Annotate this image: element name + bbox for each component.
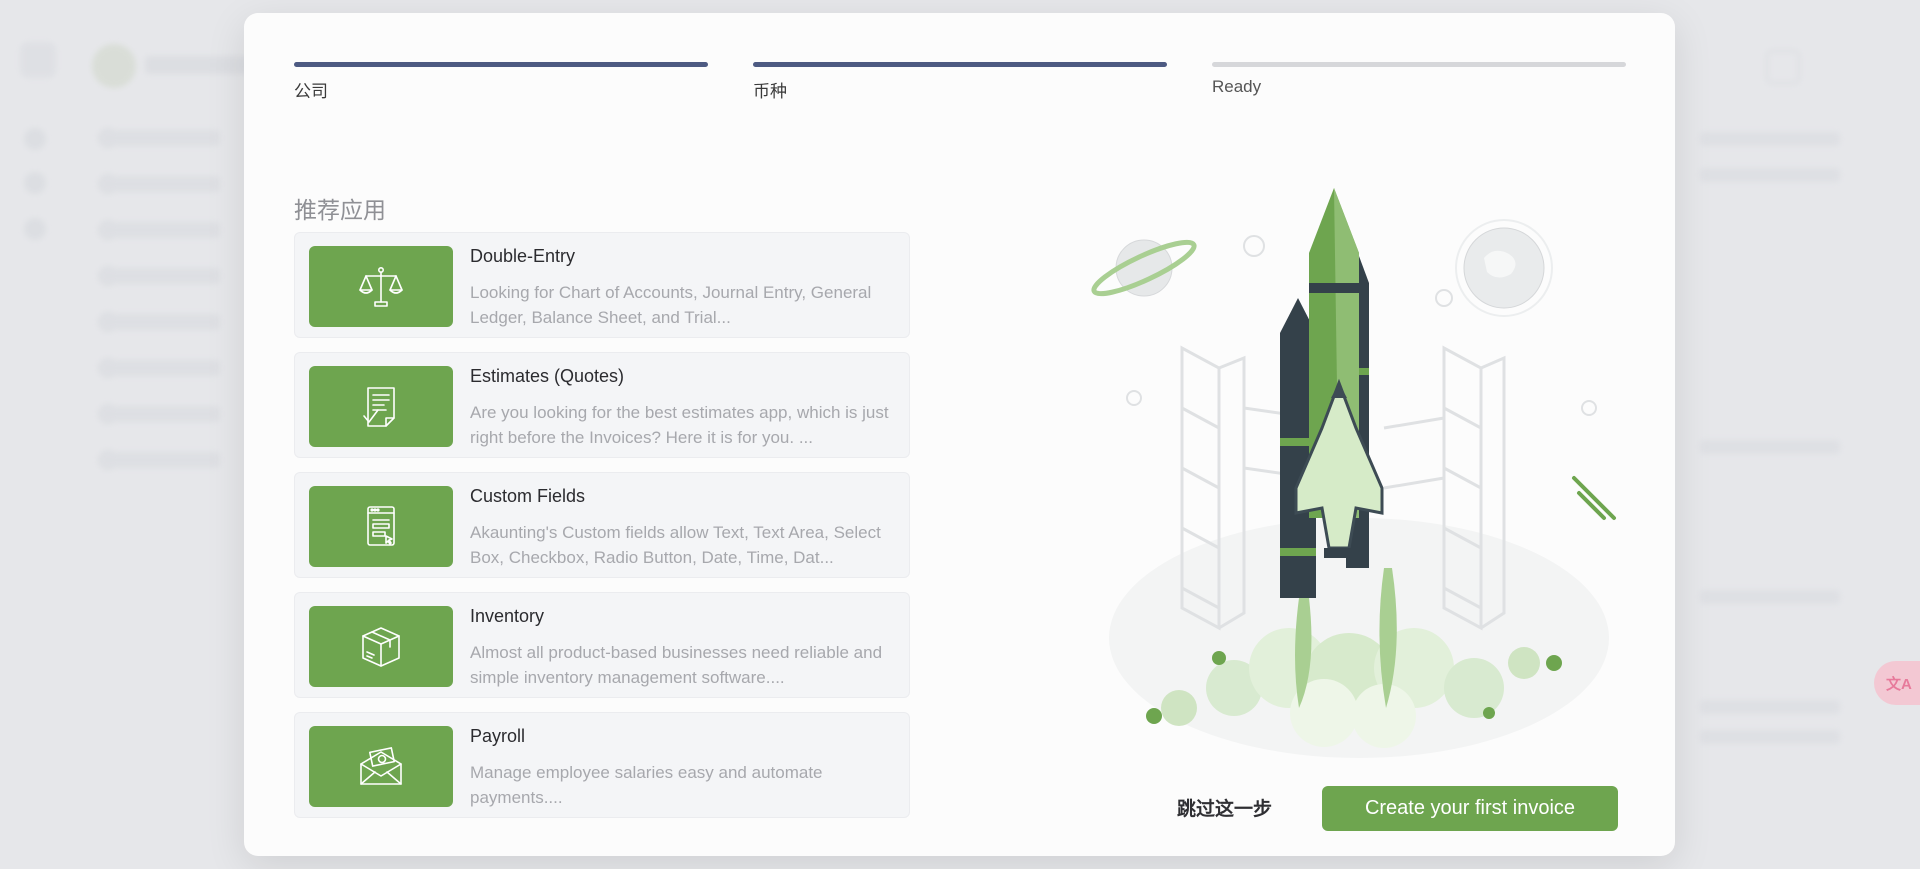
translate-button[interactable]: 文A — [1874, 661, 1920, 705]
checklist-document-icon — [309, 366, 453, 447]
app-card-custom-fields[interactable]: Custom Fields Akaunting's Custom fields … — [294, 472, 910, 578]
background-line — [1700, 700, 1840, 714]
recommended-app-list: Double-Entry Looking for Chart of Accoun… — [294, 232, 910, 832]
translate-icon: 文A — [1886, 675, 1912, 693]
skip-step-link[interactable]: 跳过这一步 — [1177, 794, 1272, 821]
rail-icon — [24, 128, 46, 150]
nav-item — [100, 452, 220, 468]
step-progress-bar — [1212, 62, 1626, 67]
money-envelope-icon — [309, 726, 453, 807]
step-progress-bar — [753, 62, 1167, 67]
app-card-inventory[interactable]: Inventory Almost all product-based busin… — [294, 592, 910, 698]
background-line — [1700, 132, 1840, 146]
corner-icon — [1766, 50, 1800, 84]
moon-icon — [1455, 219, 1553, 317]
app-name: Inventory — [470, 606, 545, 626]
step-company[interactable]: 公司 — [294, 62, 708, 102]
app-card-double-entry[interactable]: Double-Entry Looking for Chart of Accoun… — [294, 232, 910, 338]
nav-item — [100, 314, 220, 330]
recommended-apps-title: 推荐应用 — [294, 197, 386, 223]
app-name: Double-Entry — [470, 246, 576, 266]
background-line — [1700, 168, 1840, 182]
rail-icon — [24, 172, 46, 194]
nav-item — [100, 130, 220, 146]
menu-icon — [20, 42, 56, 78]
step-ready[interactable]: Ready — [1212, 62, 1626, 97]
ringed-planet-icon — [1091, 239, 1197, 297]
app-description: Manage employee salaries easy and automa… — [470, 763, 823, 807]
form-window-icon — [309, 486, 453, 567]
background-line — [1700, 590, 1840, 604]
app-card-estimates[interactable]: Estimates (Quotes) Are you looking for t… — [294, 352, 910, 458]
background-line — [1700, 440, 1840, 454]
setup-wizard-modal: 公司 币种 Ready 推荐应用 Double-Entry Looking fo… — [244, 13, 1675, 856]
app-name: Payroll — [470, 726, 526, 746]
rocket-launch-illustration — [1091, 188, 1616, 758]
step-currency[interactable]: 币种 — [753, 62, 1167, 102]
app-description: Looking for Chart of Accounts, Journal E… — [470, 283, 872, 327]
step-progress-bar — [294, 62, 708, 67]
wizard-steps: 公司 币种 Ready — [294, 62, 1626, 102]
app-description: Almost all product-based businesses need… — [470, 643, 883, 687]
nav-item — [100, 176, 220, 192]
nav-item — [100, 406, 220, 422]
rocket — [1280, 188, 1384, 598]
create-first-invoice-button[interactable]: Create your first invoice — [1322, 786, 1618, 831]
step-label: 公司 — [294, 82, 328, 101]
nav-item — [100, 268, 220, 284]
rail-icon — [24, 218, 46, 240]
step-label: 币种 — [753, 82, 787, 101]
app-name: Estimates (Quotes) — [470, 366, 625, 386]
scales-icon — [309, 246, 453, 327]
app-description: Are you looking for the best estimates a… — [470, 403, 889, 447]
app-description: Akaunting's Custom fields allow Text, Te… — [470, 523, 881, 567]
background-line — [1700, 730, 1840, 744]
app-card-payroll[interactable]: Payroll Manage employee salaries easy an… — [294, 712, 910, 818]
app-name: Custom Fields — [470, 486, 586, 506]
nav-item — [100, 360, 220, 376]
box-icon — [309, 606, 453, 687]
logo — [92, 44, 136, 88]
step-label: Ready — [1212, 77, 1262, 96]
nav-item — [100, 222, 220, 238]
